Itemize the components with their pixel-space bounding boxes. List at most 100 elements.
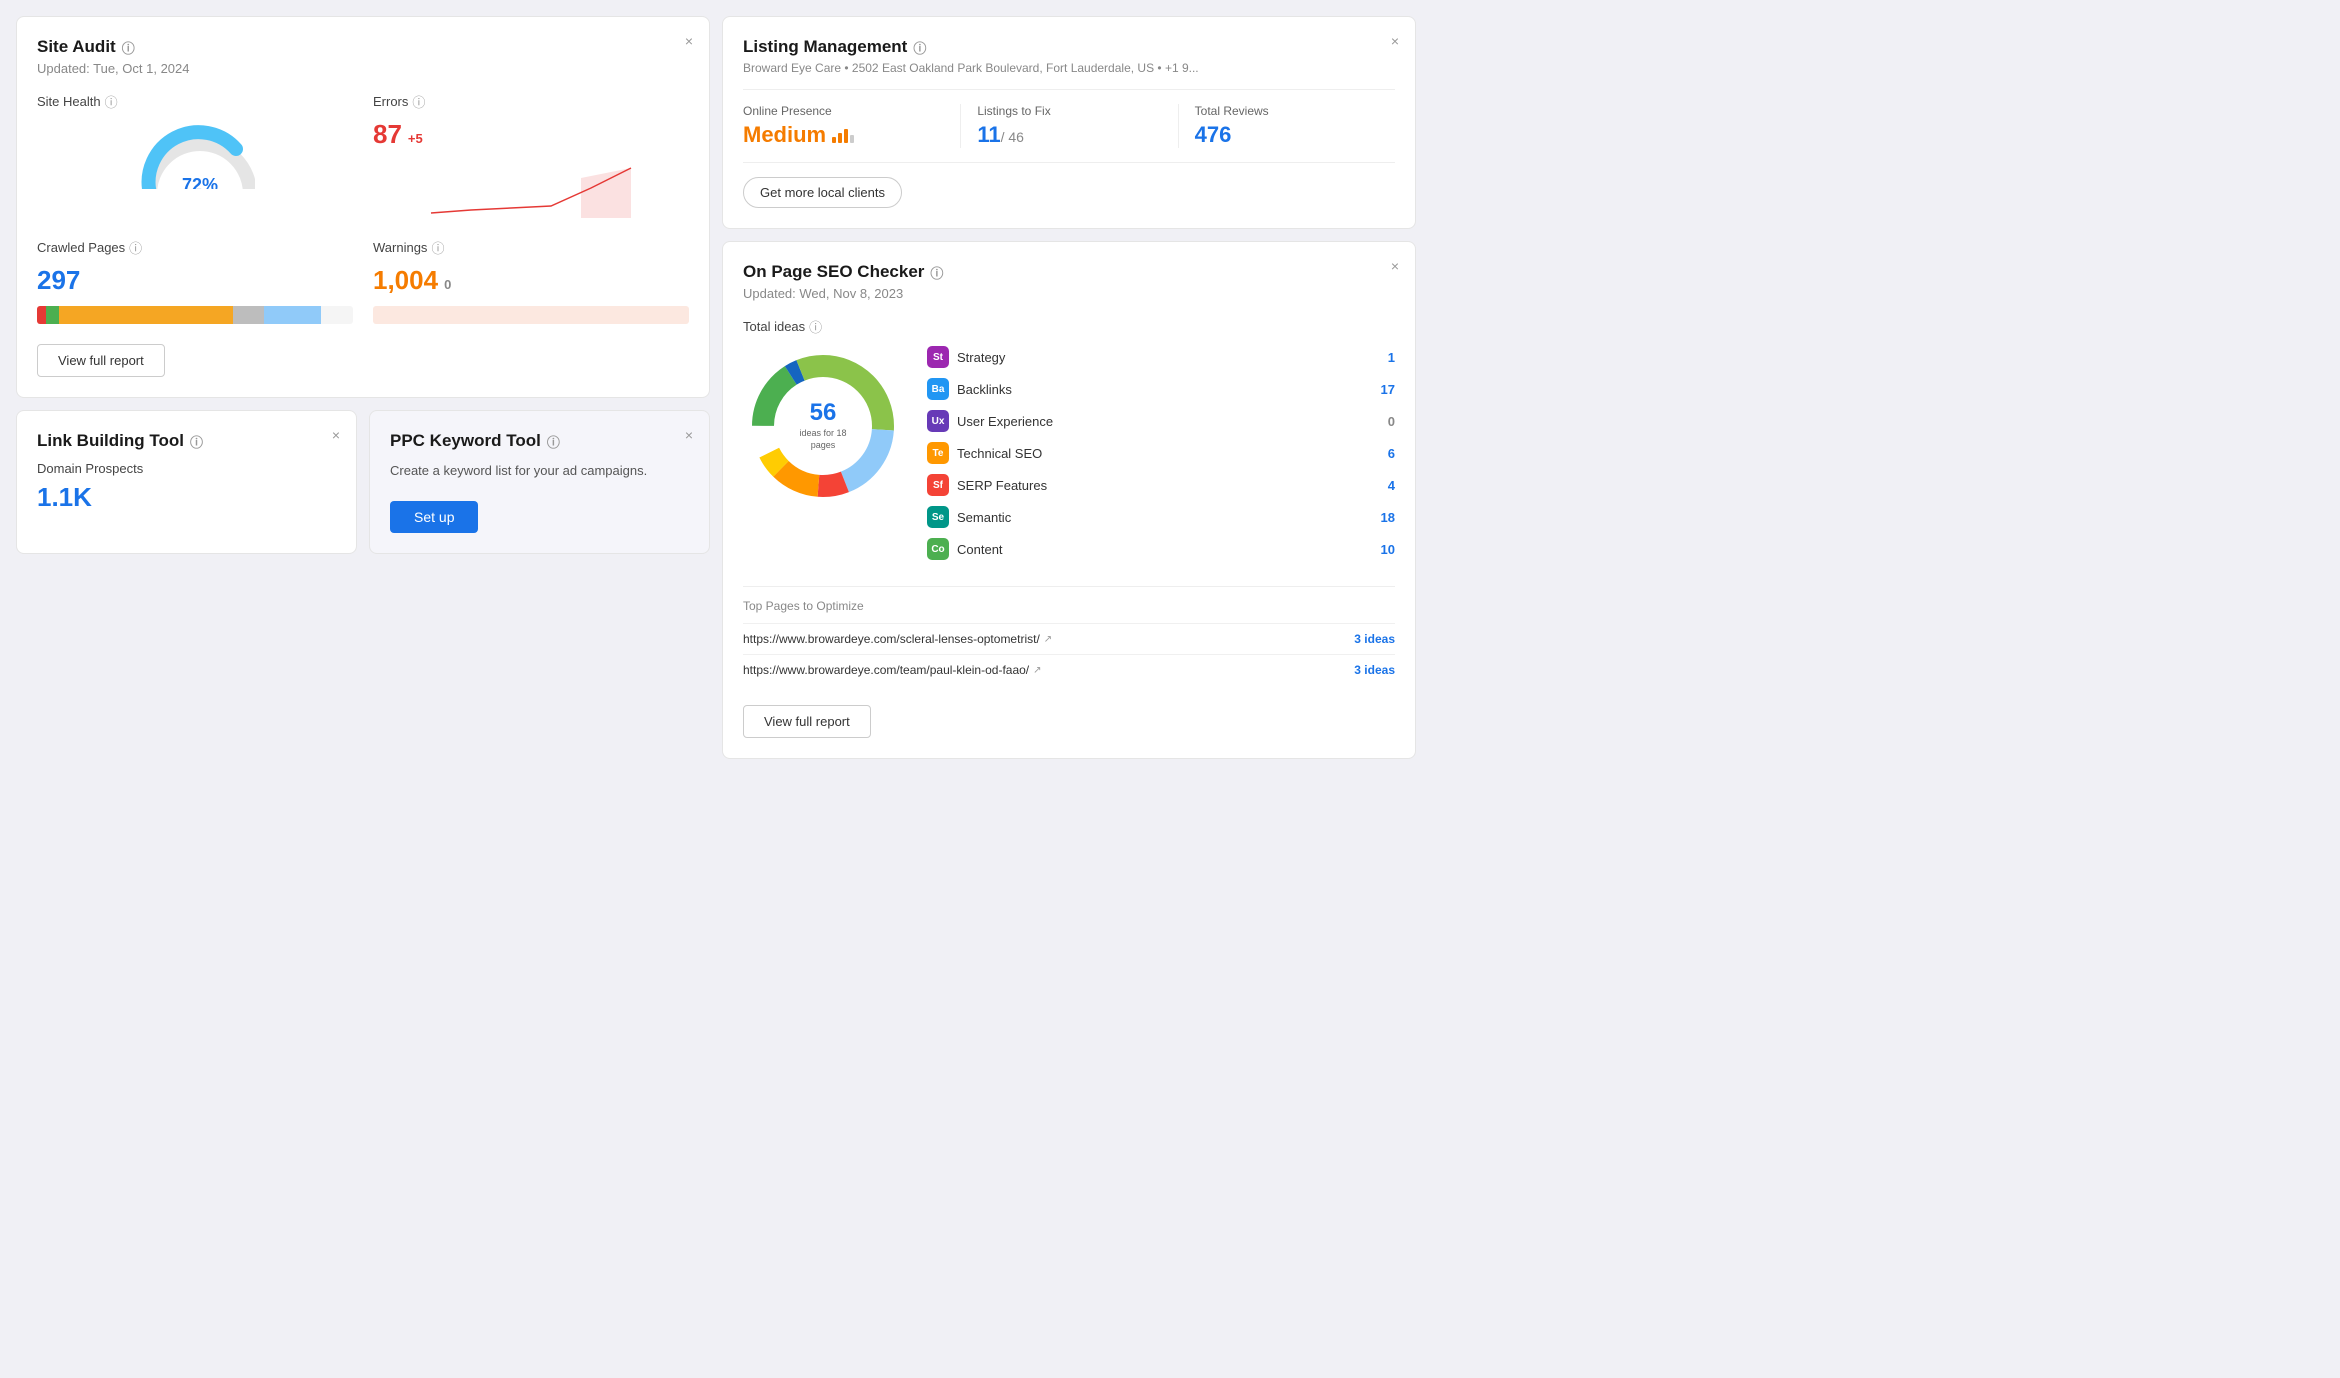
site-audit-close[interactable]: ×: [685, 33, 693, 49]
warnings-bar: [373, 306, 689, 324]
ppc-keyword-description: Create a keyword list for your ad campai…: [390, 461, 689, 481]
idea-item-semantic: Se Semantic 18: [927, 506, 1395, 528]
site-health-label: Site Health ⓘ: [37, 92, 353, 111]
on-page-seo-updated: Updated: Wed, Nov 8, 2023: [743, 286, 1395, 301]
top-page-count-1[interactable]: 3 ideas: [1354, 632, 1395, 646]
semantic-label: Semantic: [957, 510, 1367, 525]
idea-item-backlinks: Ba Backlinks 17: [927, 378, 1395, 400]
warnings-info-icon[interactable]: ⓘ: [431, 238, 444, 257]
site-audit-title: Site Audit ⓘ: [37, 37, 689, 57]
site-audit-view-report-button[interactable]: View full report: [37, 344, 165, 377]
strategy-count: 1: [1375, 350, 1395, 365]
technical-count: 6: [1375, 446, 1395, 461]
warnings-value: 1,004 0: [373, 265, 451, 296]
content-badge: Co: [927, 538, 949, 560]
ideas-list: St Strategy 1 Ba Backlinks 17 Ux User Ex…: [927, 346, 1395, 570]
online-presence-value: Medium: [743, 122, 826, 148]
content-label: Content: [957, 542, 1367, 557]
svg-text:56: 56: [810, 399, 837, 426]
top-page-row-2: https://www.browardeye.com/team/paul-kle…: [743, 654, 1395, 685]
site-health-gauge: 72% -2: [37, 119, 353, 189]
total-reviews-metric: Total Reviews 476: [1178, 104, 1395, 148]
site-audit-card: Site Audit ⓘ × Updated: Tue, Oct 1, 2024…: [16, 16, 710, 398]
domain-prospects-label: Domain Prospects: [37, 461, 336, 476]
on-page-seo-card: On Page SEO Checker ⓘ × Updated: Wed, No…: [722, 241, 1416, 759]
warnings-delta: 0: [444, 277, 451, 292]
warnings-label: Warnings ⓘ: [373, 238, 689, 257]
idea-item-ux: Ux User Experience 0: [927, 410, 1395, 432]
idea-item-strategy: St Strategy 1: [927, 346, 1395, 368]
total-reviews-label: Total Reviews: [1195, 104, 1395, 118]
serp-count: 4: [1375, 478, 1395, 493]
domain-prospects-value: 1.1K: [37, 482, 336, 513]
link-building-close[interactable]: ×: [332, 427, 340, 443]
listing-metrics: Online Presence Medium Listings to Fix: [743, 89, 1395, 163]
listing-management-info-icon[interactable]: ⓘ: [913, 38, 926, 57]
site-health-info-icon[interactable]: ⓘ: [105, 92, 118, 111]
on-page-seo-close[interactable]: ×: [1391, 258, 1399, 274]
online-presence-bar-icon: [832, 127, 854, 143]
semantic-badge: Se: [927, 506, 949, 528]
errors-info-icon[interactable]: ⓘ: [412, 92, 425, 111]
serp-label: SERP Features: [957, 478, 1367, 493]
site-health-section: Site Health ⓘ 72% -2: [37, 92, 353, 218]
crawled-pages-section: Crawled Pages ⓘ 297: [37, 238, 353, 324]
gauge-svg: 72% -2: [135, 119, 255, 189]
site-audit-updated: Updated: Tue, Oct 1, 2024: [37, 61, 689, 76]
strategy-label: Strategy: [957, 350, 1367, 365]
technical-label: Technical SEO: [957, 446, 1367, 461]
online-presence-label: Online Presence: [743, 104, 960, 118]
backlinks-label: Backlinks: [957, 382, 1367, 397]
ppc-keyword-title: PPC Keyword Tool ⓘ: [390, 431, 689, 451]
on-page-seo-title: On Page SEO Checker ⓘ: [743, 262, 1395, 282]
serp-badge: Sf: [927, 474, 949, 496]
link-building-info-icon[interactable]: ⓘ: [190, 432, 203, 451]
listing-management-card: Listing Management ⓘ × Broward Eye Care …: [722, 16, 1416, 229]
ppc-keyword-card: PPC Keyword Tool ⓘ × Create a keyword li…: [369, 410, 710, 554]
idea-item-content: Co Content 10: [927, 538, 1395, 560]
link-building-card: Link Building Tool ⓘ × Domain Prospects …: [16, 410, 357, 554]
idea-item-technical: Te Technical SEO 6: [927, 442, 1395, 464]
total-ideas-label: Total ideas ⓘ: [743, 317, 1395, 336]
donut-chart: 56 ideas for 18 pages: [743, 346, 903, 506]
on-page-seo-info-icon[interactable]: ⓘ: [930, 263, 943, 282]
top-page-row-1: https://www.browardeye.com/scleral-lense…: [743, 623, 1395, 654]
listings-to-fix-metric: Listings to Fix 11/ 46: [960, 104, 1177, 148]
ppc-keyword-info-icon[interactable]: ⓘ: [547, 432, 560, 451]
technical-badge: Te: [927, 442, 949, 464]
site-audit-info-icon[interactable]: ⓘ: [122, 38, 135, 57]
ext-link-icon-2: ↗: [1033, 665, 1041, 676]
errors-label: Errors ⓘ: [373, 92, 689, 111]
total-ideas-info-icon[interactable]: ⓘ: [809, 317, 822, 336]
link-building-title: Link Building Tool ⓘ: [37, 431, 336, 451]
svg-text:72%: 72%: [182, 175, 218, 189]
backlinks-badge: Ba: [927, 378, 949, 400]
top-page-url-2: https://www.browardeye.com/team/paul-kle…: [743, 663, 1042, 677]
errors-sparkline: [373, 158, 689, 218]
crawled-pages-value: 297: [37, 265, 353, 296]
listing-management-close[interactable]: ×: [1391, 33, 1399, 49]
top-page-count-2[interactable]: 3 ideas: [1354, 663, 1395, 677]
top-pages-section: Top Pages to Optimize https://www.browar…: [743, 586, 1395, 685]
warnings-section: Warnings ⓘ 1,004 0: [373, 238, 689, 324]
ppc-keyword-close[interactable]: ×: [685, 427, 693, 443]
errors-value: 87 +5: [373, 119, 423, 150]
idea-item-serp: Sf SERP Features 4: [927, 474, 1395, 496]
listings-to-fix-value: 11/ 46: [977, 122, 1177, 148]
errors-delta: +5: [408, 131, 423, 146]
ppc-setup-button[interactable]: Set up: [390, 501, 478, 533]
ux-count: 0: [1375, 414, 1395, 429]
online-presence-metric: Online Presence Medium: [743, 104, 960, 148]
crawled-pages-label: Crawled Pages ⓘ: [37, 238, 353, 257]
ux-label: User Experience: [957, 414, 1367, 429]
get-clients-button[interactable]: Get more local clients: [743, 177, 902, 208]
top-pages-label: Top Pages to Optimize: [743, 599, 1395, 613]
listing-management-title: Listing Management ⓘ: [743, 37, 1395, 57]
listings-to-fix-label: Listings to Fix: [977, 104, 1177, 118]
crawled-pages-info-icon[interactable]: ⓘ: [129, 238, 142, 257]
on-page-seo-view-report-button[interactable]: View full report: [743, 705, 871, 738]
total-reviews-value: 476: [1195, 122, 1395, 148]
ux-badge: Ux: [927, 410, 949, 432]
semantic-count: 18: [1375, 510, 1395, 525]
ext-link-icon-1: ↗: [1044, 634, 1052, 645]
